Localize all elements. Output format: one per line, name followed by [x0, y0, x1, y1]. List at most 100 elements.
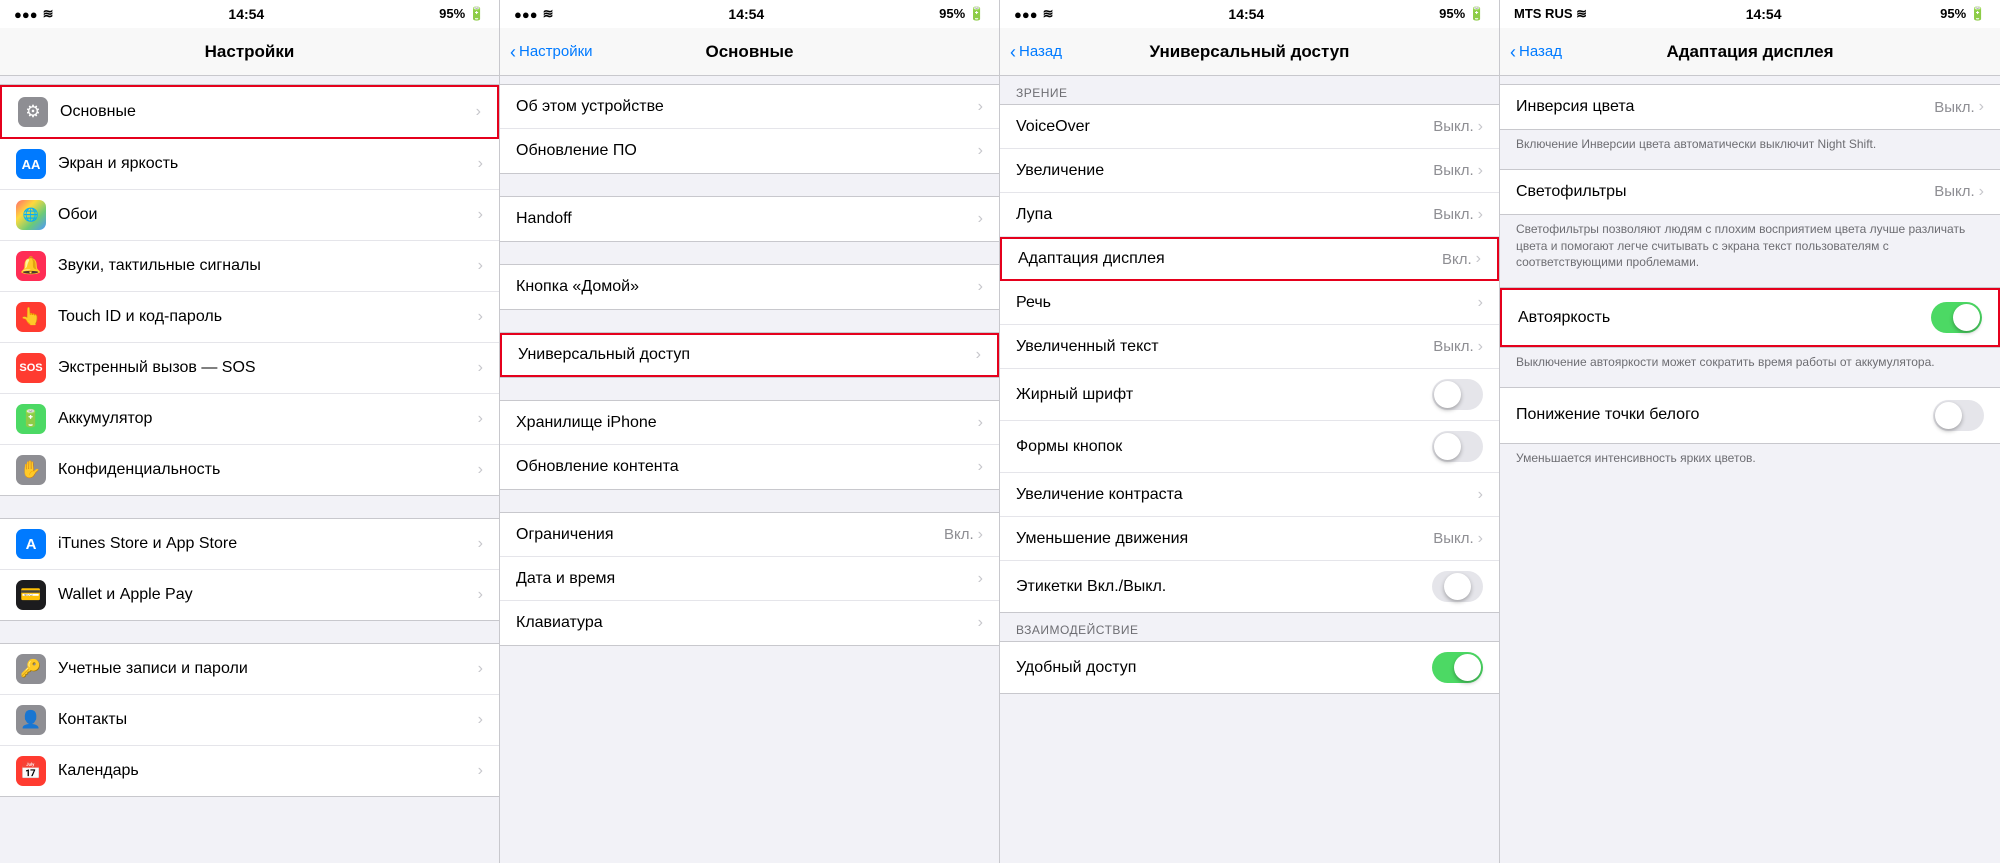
handoff-right: › — [978, 210, 983, 228]
chevron-right-icon: › — [1476, 250, 1481, 268]
itunes-label: iTunes Store и App Store — [58, 535, 478, 553]
univ-right: › — [976, 346, 981, 364]
zhirnyj-item[interactable]: Жирный шрифт — [1000, 369, 1499, 421]
kontrast-label: Увеличение контраста — [1016, 486, 1478, 504]
screen2-scroll: Об этом устройстве › Обновление ПО › Han… — [500, 76, 999, 863]
back-button-2[interactable]: ‹ Настройки — [510, 43, 593, 61]
nav-header-2: ‹ Настройки Основные — [500, 28, 999, 76]
chevron-right-icon: › — [478, 206, 483, 224]
ponizh-item[interactable]: Понижение точки белого — [1500, 388, 2000, 443]
formy-toggle[interactable] — [1432, 431, 1483, 462]
hranilische-right: › — [978, 414, 983, 432]
chevron-right-icon: › — [976, 346, 981, 364]
chevron-right-icon: › — [978, 210, 983, 228]
udobnyj-right — [1432, 652, 1483, 683]
chevron-right-icon: › — [478, 155, 483, 173]
status-left-2: ●●● ≋ — [514, 6, 553, 22]
svetofiltry-item[interactable]: Светофильтры Выкл. › — [1500, 170, 2000, 214]
s2-group1: Об этом устройстве › Обновление ПО › — [500, 84, 999, 174]
handoff-item[interactable]: Handoff › — [500, 197, 999, 241]
status-bar-1: ●●● ≋ 14:54 95% 🔋 — [0, 0, 499, 28]
uchet-item[interactable]: 🔑 Учетные записи и пароли › — [0, 644, 499, 695]
adaptaciya-item[interactable]: Адаптация дисплея Вкл. › — [1000, 237, 1499, 281]
svetofiltry-value: Выкл. — [1934, 183, 1974, 200]
touchid-right: › — [478, 308, 483, 326]
chevron-right-icon: › — [978, 142, 983, 160]
rech-item[interactable]: Речь › — [1000, 281, 1499, 325]
touchid-item[interactable]: 👆 Touch ID и код-пароль › — [0, 292, 499, 343]
data-label: Дата и время — [516, 570, 978, 588]
itunes-item[interactable]: A iTunes Store и App Store › — [0, 519, 499, 570]
ekran-item[interactable]: AA Экран и яркость › — [0, 139, 499, 190]
zhirnyj-toggle[interactable] — [1432, 379, 1483, 410]
udobnyj-item[interactable]: Удобный доступ — [1000, 642, 1499, 693]
chevron-right-icon: › — [476, 103, 481, 121]
vision-section-label: ЗРЕНИЕ — [1000, 76, 1499, 104]
ponizh-desc: Уменьшается интенсивность ярких цветов. — [1500, 444, 2000, 475]
konfid-label: Конфиденциальность — [58, 461, 478, 479]
ponizh-toggle[interactable] — [1933, 400, 1984, 431]
zvuki-label: Звуки, тактильные сигналы — [58, 257, 478, 275]
inversiya-item[interactable]: Инверсия цвета Выкл. › — [1500, 85, 2000, 129]
back-label-4: Назад — [1519, 43, 1562, 60]
ekstrenny-item[interactable]: SOS Экстренный вызов — SOS › — [0, 343, 499, 394]
kontrast-item[interactable]: Увеличение контраста › — [1000, 473, 1499, 517]
chevron-right-icon: › — [478, 762, 483, 780]
obnovlenie-kont-item[interactable]: Обновление контента › — [500, 445, 999, 489]
ogranicheniya-item[interactable]: Ограничения Вкл. › — [500, 513, 999, 557]
univ-dostup-item[interactable]: Универсальный доступ › — [500, 333, 999, 377]
etikety-item[interactable]: Этикетки Вкл./Выкл. — [1000, 561, 1499, 612]
back-button-3[interactable]: ‹ Назад — [1010, 43, 1062, 61]
voiceover-item[interactable]: VoiceOver Выкл. › — [1000, 105, 1499, 149]
avtoyarkost-item[interactable]: Автояркость — [1500, 288, 2000, 347]
zvuki-item[interactable]: 🔔 Звуки, тактильные сигналы › — [0, 241, 499, 292]
avtoyarkost-toggle[interactable] — [1931, 302, 1982, 333]
osnovnye-item[interactable]: ⚙ Основные › — [0, 85, 499, 139]
data-vremya-item[interactable]: Дата и время › — [500, 557, 999, 601]
akkum-item[interactable]: 🔋 Аккумулятор › — [0, 394, 499, 445]
lupa-item[interactable]: Лупа Выкл. › — [1000, 193, 1499, 237]
kalendar-label: Календарь — [58, 762, 478, 780]
uchet-label: Учетные записи и пароли — [58, 660, 478, 678]
umenshenie-item[interactable]: Уменьшение движения Выкл. › — [1000, 517, 1499, 561]
handoff-label: Handoff — [516, 210, 978, 228]
obnovlenie-po-item[interactable]: Обновление ПО › — [500, 129, 999, 173]
svetofiltry-desc: Светофильтры позволяют людям с плохим во… — [1500, 215, 2000, 279]
voiceover-label: VoiceOver — [1016, 118, 1433, 136]
knopka-doma-item[interactable]: Кнопка «Домой» › — [500, 265, 999, 309]
udobnyj-toggle[interactable] — [1432, 652, 1483, 683]
status-bar-3: ●●● ≋ 14:54 95% 🔋 — [1000, 0, 1499, 28]
back-button-4[interactable]: ‹ Назад — [1510, 43, 1562, 61]
klaviatura-item[interactable]: Клавиатура › — [500, 601, 999, 645]
wallet-item[interactable]: 💳 Wallet и Apple Pay › — [0, 570, 499, 620]
lupa-label: Лупа — [1016, 206, 1433, 224]
signal-icon: ●●● — [1014, 7, 1038, 22]
screen3-title: Универсальный доступ — [1150, 42, 1350, 62]
konfid-item[interactable]: ✋ Конфиденциальность › — [0, 445, 499, 495]
screen3-scroll: ЗРЕНИЕ VoiceOver Выкл. › Увеличение Выкл… — [1000, 76, 1499, 863]
screen4-title: Адаптация дисплея — [1666, 42, 1833, 62]
kontakty-item[interactable]: 👤 Контакты › — [0, 695, 499, 746]
screen1-scroll: ⚙ Основные › AA Экран и яркость › 🌐 Обои… — [0, 76, 499, 863]
formy-item[interactable]: Формы кнопок — [1000, 421, 1499, 473]
ob-ustrojstve-item[interactable]: Об этом устройстве › — [500, 85, 999, 129]
touchid-label: Touch ID и код-пароль — [58, 308, 478, 326]
battery-4: 95% 🔋 — [1940, 6, 1986, 22]
etikety-toggle[interactable] — [1432, 571, 1483, 602]
s2-group5: Хранилище iPhone › Обновление контента › — [500, 400, 999, 490]
uvelichennyj-tekst-item[interactable]: Увеличенный текст Выкл. › — [1000, 325, 1499, 369]
uchet-right: › — [478, 660, 483, 678]
kalendar-right: › — [478, 762, 483, 780]
chevron-right-icon: › — [478, 257, 483, 275]
ekran-right: › — [478, 155, 483, 173]
s4-group3: Автояркость — [1500, 287, 2000, 348]
hranilische-item[interactable]: Хранилище iPhone › — [500, 401, 999, 445]
ogr-value: Вкл. — [944, 526, 974, 543]
screen4: MTS RUS ≋ 14:54 95% 🔋 ‹ Назад Адаптация … — [1500, 0, 2000, 863]
wifi-icon: ≋ — [43, 6, 54, 22]
uvelichenie-item[interactable]: Увеличение Выкл. › — [1000, 149, 1499, 193]
status-bar-2: ●●● ≋ 14:54 95% 🔋 — [500, 0, 999, 28]
chevron-right-icon: › — [478, 586, 483, 604]
oboi-item[interactable]: 🌐 Обои › — [0, 190, 499, 241]
kalendar-item[interactable]: 📅 Календарь › — [0, 746, 499, 796]
